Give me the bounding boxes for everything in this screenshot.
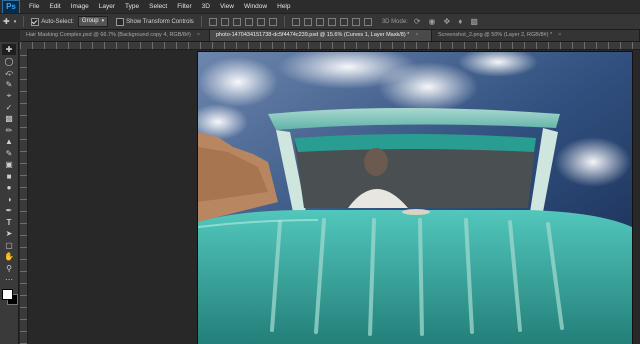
menu-3d[interactable]: 3D xyxy=(197,3,215,10)
auto-select-label: Auto-Select: xyxy=(41,18,74,25)
auto-select-target-value: Group xyxy=(81,18,99,24)
menu-file[interactable]: File xyxy=(24,3,44,10)
menu-filter[interactable]: Filter xyxy=(172,3,196,10)
menu-help[interactable]: Help xyxy=(272,3,295,10)
auto-select-target-dropdown[interactable]: Group xyxy=(77,16,109,27)
menu-view[interactable]: View xyxy=(215,3,239,10)
history-brush-tool-icon[interactable]: ✎ xyxy=(2,148,16,159)
vertical-ruler[interactable] xyxy=(20,49,28,344)
menu-layer[interactable]: Layer xyxy=(94,3,120,10)
tab-screenshot[interactable]: Screenshot_2.png @ 50% (Layer 2, RGB/8#)… xyxy=(432,30,640,41)
move-tool-icon[interactable]: ✚ xyxy=(2,44,16,55)
3d-drag-icon[interactable]: ✥ xyxy=(444,17,451,26)
car-photo-image xyxy=(198,52,632,344)
show-transform-option[interactable]: Show Transform Controls xyxy=(116,17,194,26)
move-tool-preset-icon[interactable]: ✚ xyxy=(3,17,10,26)
horizontal-ruler[interactable] xyxy=(20,42,640,50)
healing-brush-tool-icon[interactable]: ▩ xyxy=(2,113,16,124)
distribute-vcenter-icon[interactable] xyxy=(303,17,312,26)
menu-type[interactable]: Type xyxy=(120,3,144,10)
separator xyxy=(200,16,202,27)
brush-tool-icon[interactable]: ✏ xyxy=(2,125,16,136)
lasso-tool-icon[interactable]: ⤽ xyxy=(2,67,16,78)
align-vcenter-icon[interactable] xyxy=(220,17,229,26)
crop-tool-icon[interactable]: ⌖ xyxy=(2,90,16,101)
document-tabs: Hair Masking Complex.psd @ 66.7% (Backgr… xyxy=(20,30,640,42)
3d-scale-icon[interactable]: ▩ xyxy=(470,17,478,26)
tab-hair-masking[interactable]: Hair Masking Complex.psd @ 66.7% (Backgr… xyxy=(20,30,210,41)
dodge-tool-icon[interactable]: ◑ xyxy=(2,194,16,205)
align-bottom-icon[interactable] xyxy=(232,17,241,26)
auto-select-option[interactable]: Auto-Select: xyxy=(31,17,74,26)
color-swatches[interactable] xyxy=(1,288,18,305)
pen-tool-icon[interactable]: ✒ xyxy=(2,205,16,216)
auto-select-checkbox[interactable] xyxy=(31,17,40,26)
options-bar: ✚ ▾ Auto-Select: Group Show Transform Co… xyxy=(0,13,640,30)
distribute-right-icon[interactable] xyxy=(351,17,360,26)
tab-photo-psd[interactable]: photo-1470434151738-dc5f4474c239.psd @ 1… xyxy=(210,30,432,41)
blur-tool-icon[interactable]: ● xyxy=(2,182,16,193)
distribute-top-icon[interactable] xyxy=(291,17,300,26)
align-top-icon[interactable] xyxy=(208,17,217,26)
hand-tool-icon[interactable]: ✋ xyxy=(2,251,16,262)
distribute-bottom-icon[interactable] xyxy=(315,17,324,26)
3d-rotate-icon[interactable]: ⟳ xyxy=(414,17,421,26)
align-hcenter-icon[interactable] xyxy=(256,17,265,26)
show-transform-checkbox[interactable] xyxy=(116,17,125,26)
separator xyxy=(23,16,25,27)
3d-roll-icon[interactable]: ◉ xyxy=(429,17,436,26)
more-tools-icon[interactable]: ⋯ xyxy=(2,274,16,285)
gradient-tool-icon[interactable]: ■ xyxy=(2,171,16,182)
tab-label: Hair Masking Complex.psd @ 66.7% (Backgr… xyxy=(26,32,191,38)
align-right-icon[interactable] xyxy=(268,17,277,26)
eyedropper-tool-icon[interactable]: ✓ xyxy=(2,102,16,113)
3d-mode-label: 3D Mode: xyxy=(381,18,408,25)
separator xyxy=(283,16,285,27)
quick-select-tool-icon[interactable]: ✎ xyxy=(2,79,16,90)
close-icon[interactable]: × xyxy=(415,32,418,38)
3d-slide-icon[interactable]: ♦ xyxy=(458,17,462,26)
foreground-color-swatch[interactable] xyxy=(2,288,13,300)
clone-stamp-tool-icon[interactable]: ▲ xyxy=(2,136,16,147)
zoom-tool-icon[interactable]: ⚲ xyxy=(2,263,16,274)
menu-edit[interactable]: Edit xyxy=(44,3,65,10)
menu-image[interactable]: Image xyxy=(66,3,94,10)
photoshop-logo: Ps xyxy=(2,0,20,14)
eraser-tool-icon[interactable]: ▣ xyxy=(2,159,16,170)
marquee-tool-icon[interactable]: ◯ xyxy=(2,56,16,67)
type-tool-icon[interactable]: T xyxy=(2,217,16,228)
close-icon[interactable]: × xyxy=(558,32,561,38)
show-transform-label: Show Transform Controls xyxy=(126,18,194,25)
menu-select[interactable]: Select xyxy=(144,3,172,10)
document-canvas-photo[interactable] xyxy=(198,52,632,344)
close-icon[interactable]: × xyxy=(197,32,200,38)
menu-bar: Ps File Edit Image Layer Type Select Fil… xyxy=(0,0,640,14)
tab-label: Screenshot_2.png @ 50% (Layer 2, RGB/8#)… xyxy=(438,32,553,38)
align-left-icon[interactable] xyxy=(244,17,253,26)
distribute-left-icon[interactable] xyxy=(327,17,336,26)
chevron-down-icon[interactable]: ▾ xyxy=(14,19,17,25)
menu-window[interactable]: Window xyxy=(239,3,272,10)
shape-tool-icon[interactable]: ▢ xyxy=(2,240,16,251)
distribute-hcenter-icon[interactable] xyxy=(339,17,348,26)
tab-label: photo-1470434151738-dc5f4474c239.psd @ 1… xyxy=(216,32,410,38)
path-selection-tool-icon[interactable]: ➤ xyxy=(2,228,16,239)
tools-panel: ✚ ◯ ⤽ ✎ ⌖ ✓ ▩ ✏ ▲ ✎ ▣ ■ ● ◑ ✒ T ➤ ▢ ✋ ⚲ … xyxy=(0,42,19,344)
auto-align-icon[interactable] xyxy=(363,17,372,26)
